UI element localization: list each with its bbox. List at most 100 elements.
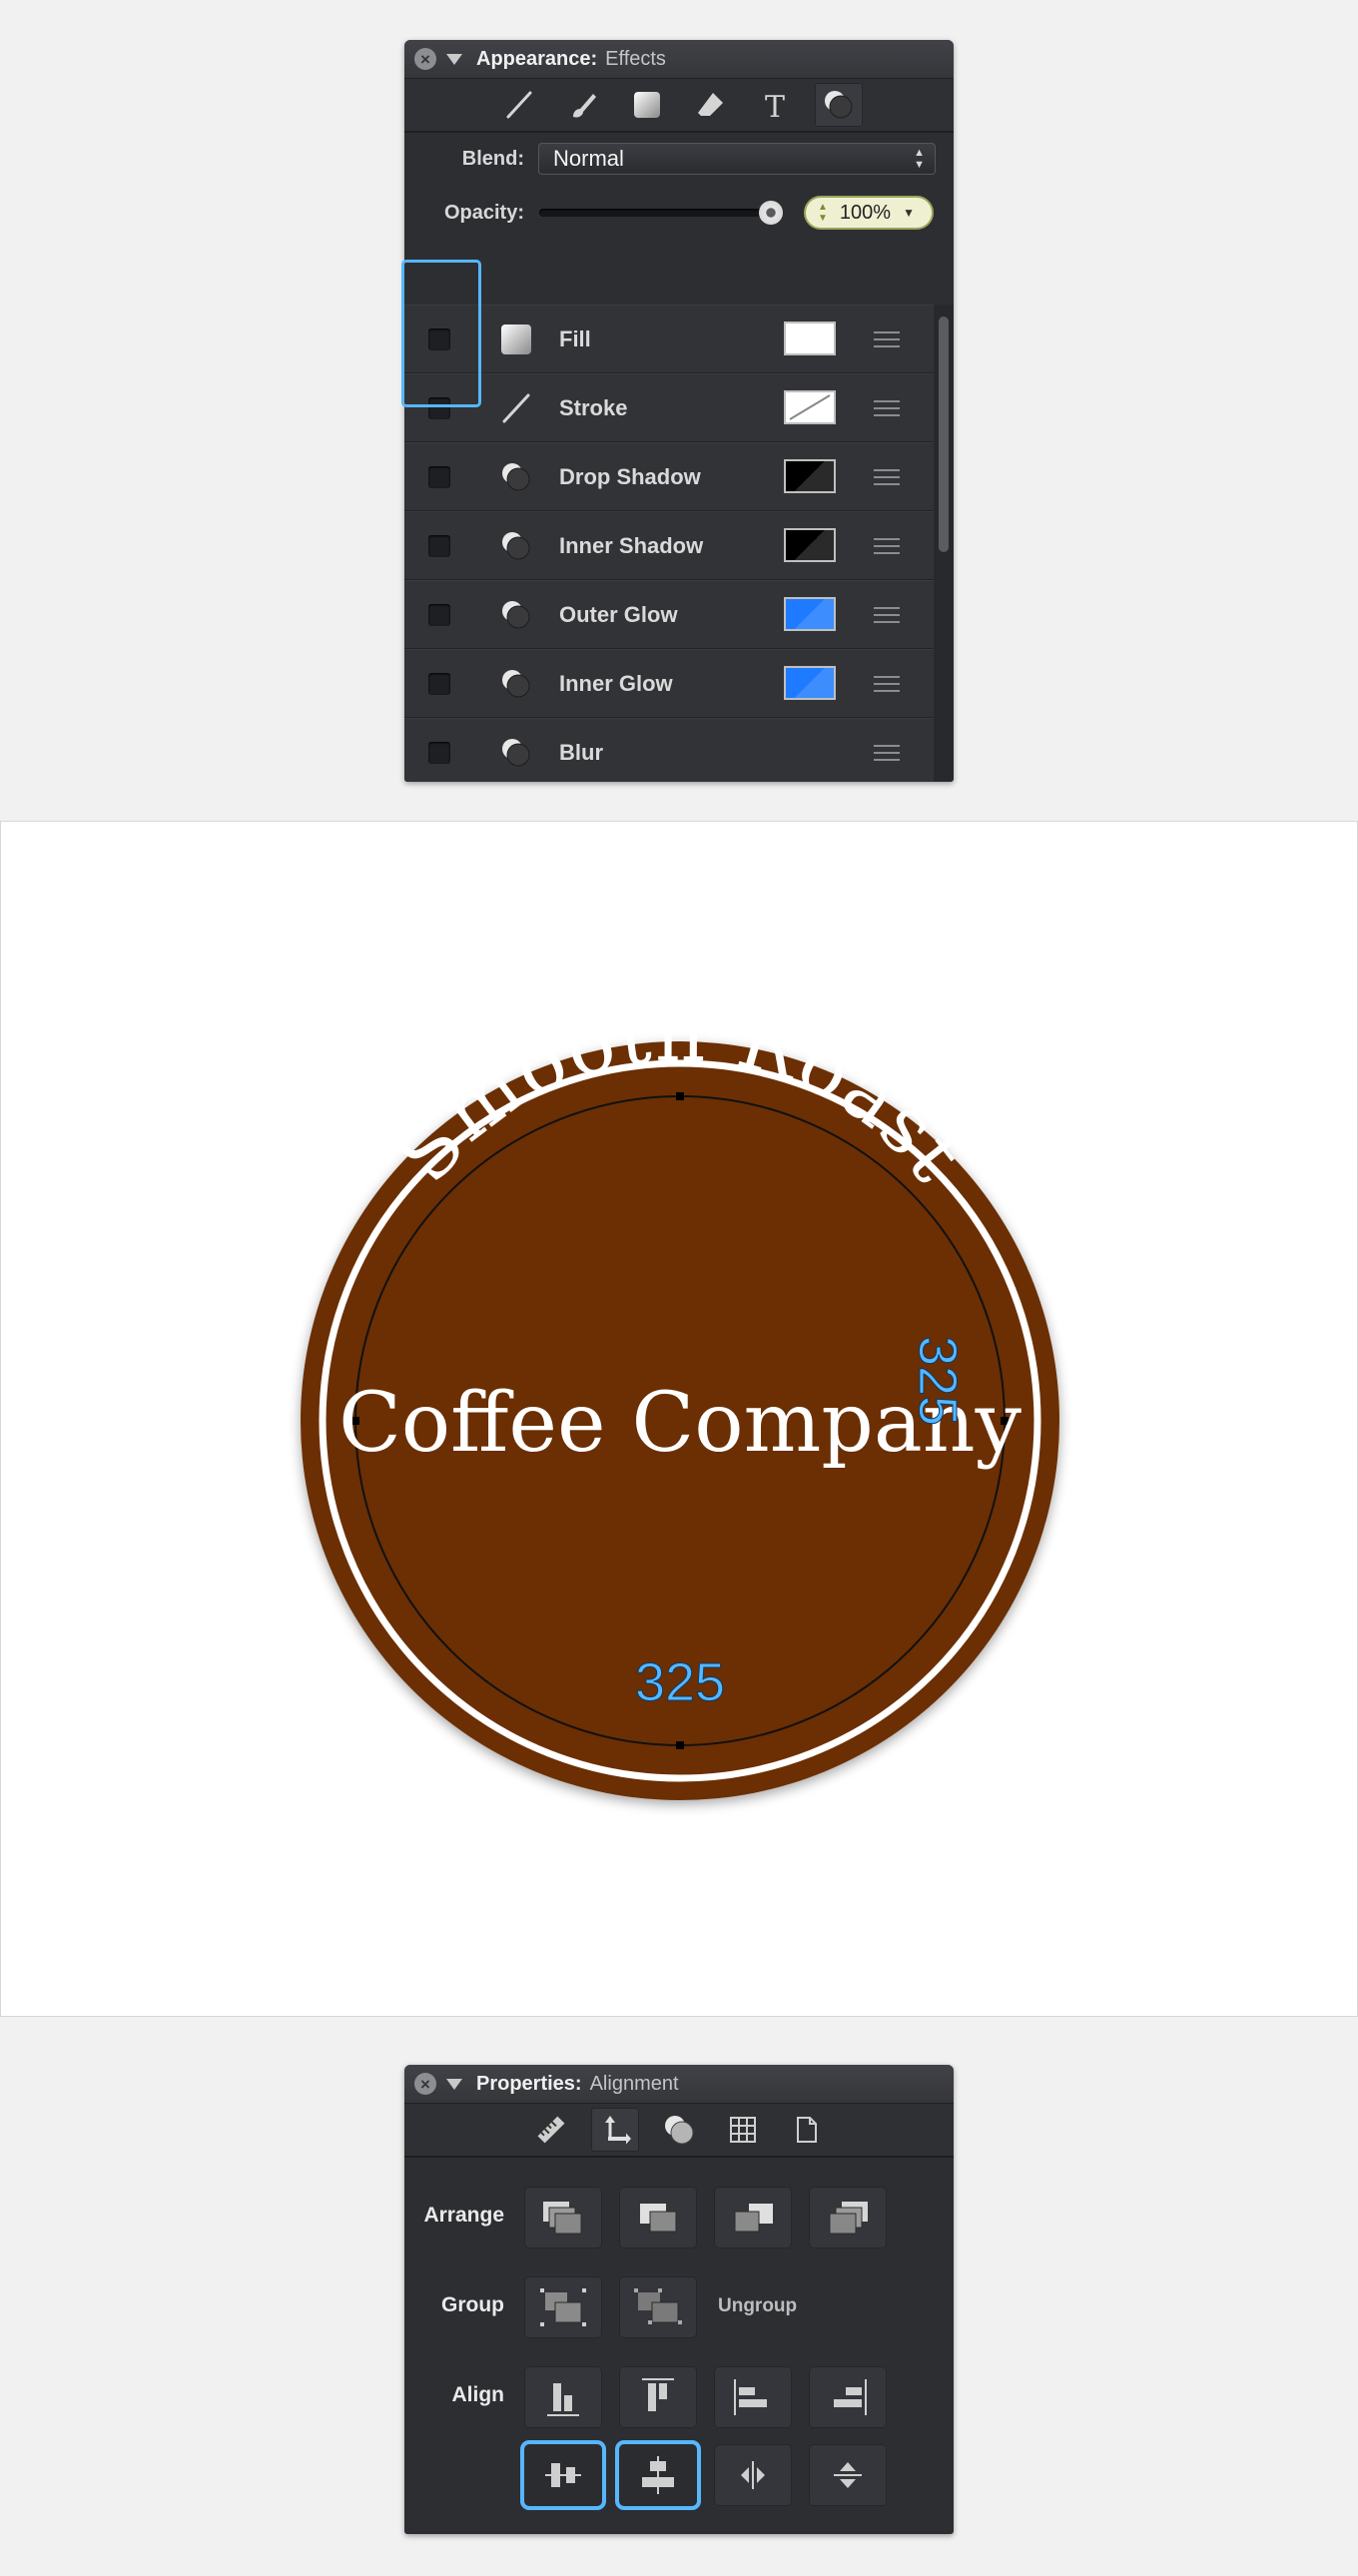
checkbox-highlight — [401, 260, 481, 407]
send-backward-button[interactable] — [714, 2187, 792, 2249]
drop-shadow-checkbox[interactable] — [428, 466, 450, 488]
ungroup-label[interactable]: Ungroup — [718, 2295, 797, 2317]
list-item[interactable]: Fill — [404, 305, 934, 373]
coffee-badge[interactable]: Smooth Roast Coffee Company 325 325 — [1, 822, 1358, 2018]
fill-swatch[interactable] — [784, 322, 836, 355]
distribute-horizontal-button[interactable] — [714, 2444, 792, 2506]
effect-name: Inner Shadow — [559, 533, 704, 558]
shadow-circles-icon — [502, 532, 530, 560]
send-to-back-button[interactable] — [809, 2187, 887, 2249]
list-item[interactable]: Stroke — [404, 373, 934, 442]
align-horizontal-center-button[interactable] — [524, 2444, 602, 2506]
properties-toolbar — [404, 2104, 954, 2158]
appearance-toolbar: T — [404, 79, 954, 133]
gradient-square-icon — [501, 324, 531, 354]
list-item[interactable]: Inner Glow — [404, 649, 934, 718]
bring-to-front-button[interactable] — [524, 2187, 602, 2249]
distribute-vertical-button[interactable] — [809, 2444, 887, 2506]
ruler-icon[interactable] — [527, 2108, 575, 2152]
drag-handle-icon[interactable] — [874, 607, 900, 628]
drag-handle-icon[interactable] — [874, 331, 900, 352]
drop-shadow-swatch[interactable] — [784, 459, 836, 493]
align-label: Align — [451, 2383, 505, 2406]
bring-forward-button[interactable] — [619, 2187, 697, 2249]
stroke-swatch[interactable] — [784, 390, 836, 424]
drag-handle-icon[interactable] — [874, 538, 900, 559]
panel-title: Appearance: — [476, 47, 598, 70]
shadow-circles-icon — [502, 670, 530, 698]
appearance-panel: × Appearance: Effects T Blend: Normal ▲ ▼ — [404, 40, 954, 782]
effect-name: Stroke — [559, 395, 628, 420]
select-arrows-icon: ▲ ▼ — [914, 147, 925, 171]
stepper-arrows-icon[interactable]: ▲ ▼ — [818, 202, 828, 224]
appearance-titlebar: × Appearance: Effects — [404, 40, 954, 79]
panel-title: Properties: — [476, 2072, 582, 2095]
blur-checkbox[interactable] — [428, 742, 450, 764]
collapse-triangle-icon[interactable] — [446, 2078, 462, 2090]
drag-handle-icon[interactable] — [874, 400, 900, 421]
opacity-value: 100% — [839, 201, 892, 224]
blend-select[interactable]: Normal ▲ ▼ — [538, 143, 936, 175]
align-right-button[interactable] — [809, 2366, 887, 2428]
grid-icon[interactable] — [719, 2108, 767, 2152]
opacity-stepper[interactable]: ▲ ▼ 100% ▼ — [804, 196, 934, 230]
artboard-canvas[interactable]: Smooth Roast Coffee Company 325 325 — [0, 821, 1358, 2017]
effect-name: Outer Glow — [559, 602, 678, 627]
list-item[interactable]: Outer Glow — [404, 580, 934, 649]
list-item[interactable]: Drop Shadow — [404, 442, 934, 511]
inner-glow-checkbox[interactable] — [428, 673, 450, 695]
arrange-label: Arrange — [423, 2204, 504, 2227]
brush-tool-icon[interactable] — [559, 83, 607, 127]
align-bottom-button[interactable] — [524, 2366, 602, 2428]
panel-subtitle: Alignment — [589, 2072, 679, 2095]
effect-name: Blur — [559, 740, 603, 765]
drag-handle-icon[interactable] — [874, 469, 900, 490]
list-item[interactable]: Inner Shadow — [404, 511, 934, 580]
opacity-slider-track[interactable] — [539, 209, 779, 217]
line-tool-icon[interactable] — [495, 83, 543, 127]
ungroup-icon-button[interactable] — [619, 2276, 697, 2338]
drag-handle-icon[interactable] — [874, 676, 900, 697]
align-left-button[interactable] — [714, 2366, 792, 2428]
blend-value: Normal — [553, 146, 624, 171]
effects-tool-icon[interactable] — [815, 83, 863, 127]
align-row: Align — [404, 2362, 954, 2432]
inner-shadow-checkbox[interactable] — [428, 535, 450, 557]
align-top-button[interactable] — [619, 2366, 697, 2428]
outer-glow-swatch[interactable] — [784, 597, 836, 631]
group-label: Group — [441, 2293, 504, 2316]
group-row: Group Ungroup — [404, 2272, 954, 2342]
stepper-dropdown-icon[interactable]: ▼ — [903, 206, 915, 220]
page-icon[interactable] — [783, 2108, 831, 2152]
scrollbar-thumb[interactable] — [939, 317, 949, 552]
stroke-line-icon — [502, 393, 530, 423]
blend-row: Blend: Normal ▲ ▼ — [404, 132, 954, 186]
close-icon[interactable]: × — [414, 2073, 436, 2095]
text-tool-icon[interactable]: T — [751, 83, 799, 127]
drag-handle-icon[interactable] — [874, 745, 900, 766]
effects-scrollbar[interactable] — [934, 305, 954, 782]
dimension-label-bottom: 325 — [635, 1652, 725, 1712]
close-icon[interactable]: × — [414, 48, 436, 70]
fill-tool-icon[interactable] — [623, 83, 671, 127]
move-arrows-icon[interactable] — [591, 2108, 639, 2152]
shadow-circles-icon — [502, 601, 530, 629]
inner-shadow-swatch[interactable] — [784, 528, 836, 562]
eraser-tool-icon[interactable] — [687, 83, 735, 127]
group-button[interactable] — [524, 2276, 602, 2338]
properties-panel: × Properties: Alignment Arrange Group Un… — [404, 2065, 954, 2534]
properties-titlebar: × Properties: Alignment — [404, 2065, 954, 2104]
opacity-slider-knob[interactable] — [759, 201, 783, 225]
shapes-icon[interactable] — [655, 2108, 703, 2152]
opacity-label: Opacity: — [443, 201, 524, 224]
inner-glow-swatch[interactable] — [784, 666, 836, 700]
path-anchor[interactable] — [676, 1741, 684, 1749]
align-vertical-center-button[interactable] — [619, 2444, 697, 2506]
effect-name: Fill — [559, 326, 591, 351]
collapse-triangle-icon[interactable] — [446, 53, 462, 65]
opacity-row: Opacity: ▲ ▼ 100% ▼ — [404, 186, 954, 240]
effects-list: Fill Stroke Drop Shadow Inner Shadow Out… — [404, 305, 934, 782]
list-item[interactable]: Blur — [404, 718, 934, 782]
path-anchor[interactable] — [676, 1092, 684, 1100]
outer-glow-checkbox[interactable] — [428, 604, 450, 626]
